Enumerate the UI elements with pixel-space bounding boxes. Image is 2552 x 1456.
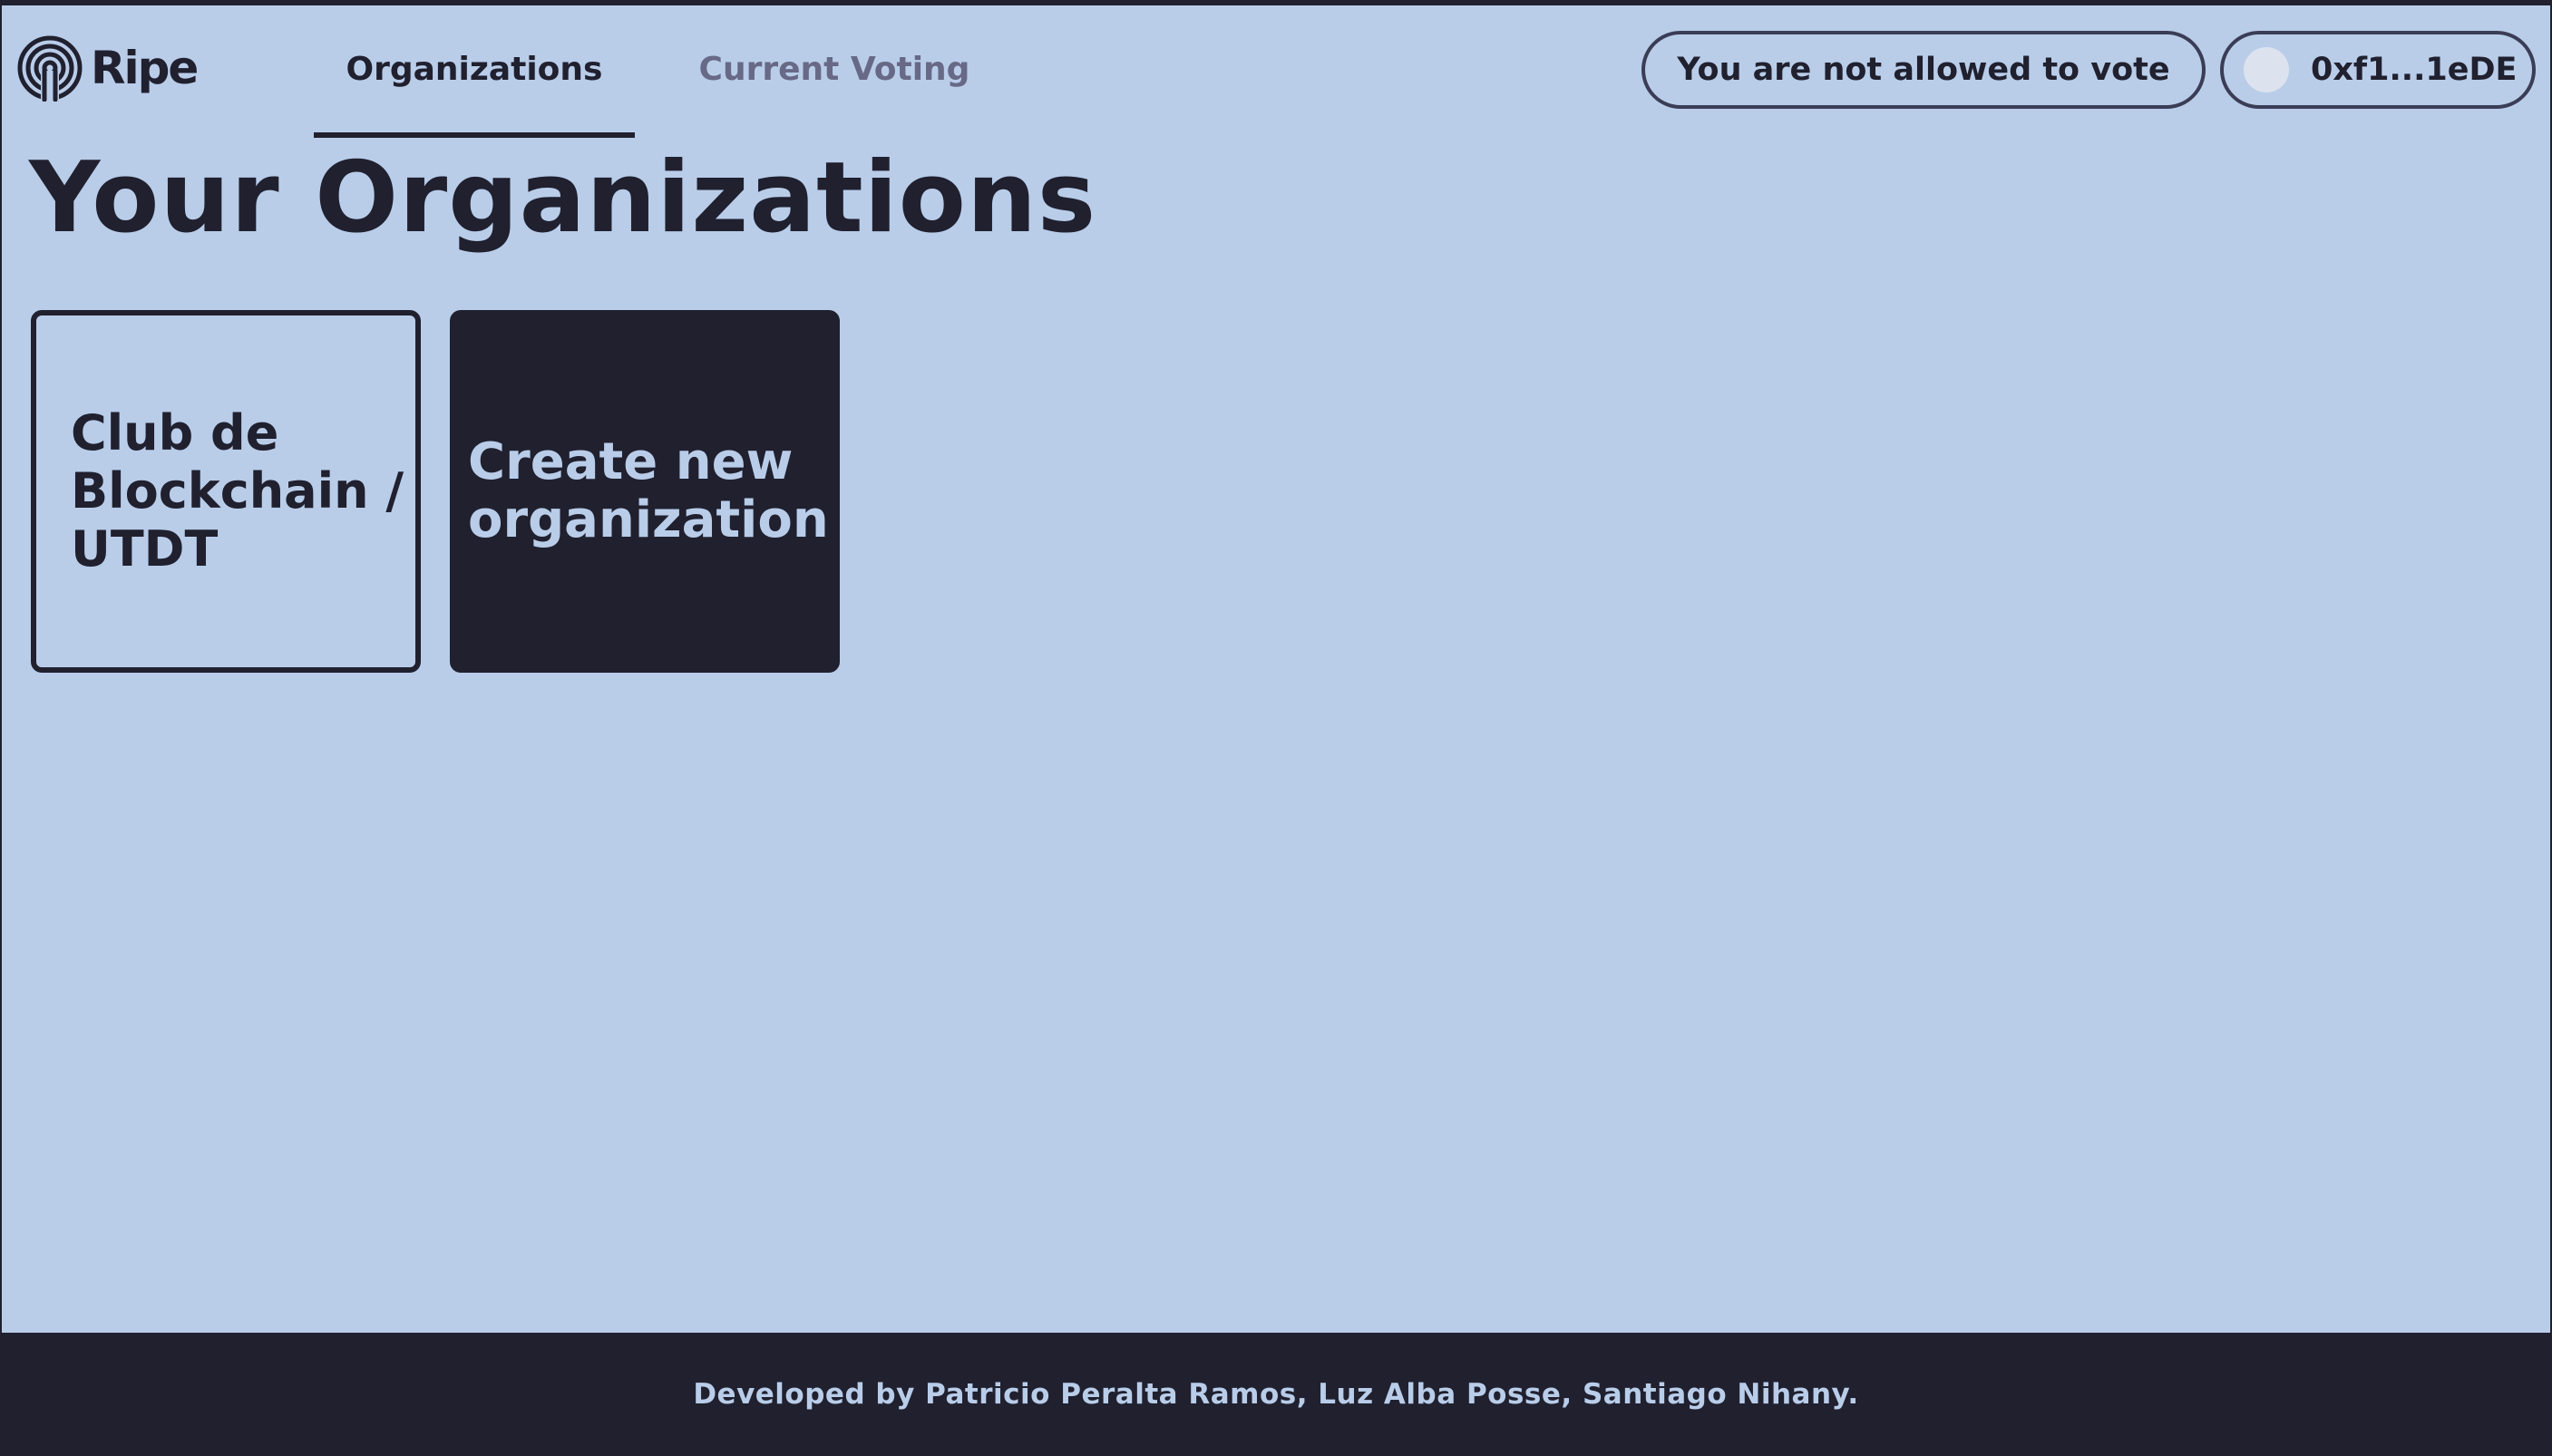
logo[interactable]: Ripe (16, 34, 199, 102)
page-title: Your Organizations (29, 141, 1097, 255)
wallet-button[interactable]: 0xf1...1eDE (2220, 31, 2536, 109)
wallet-address: 0xf1...1eDE (2311, 52, 2518, 88)
tab-organizations[interactable]: Organizations (314, 0, 635, 138)
organization-name: Club de Blockchain / UTDT (71, 404, 404, 578)
footer: Developed by Patricio Peralta Ramos, Luz… (0, 1333, 2552, 1456)
logo-text: Ripe (91, 42, 199, 94)
vote-status-badge[interactable]: You are not allowed to vote (1641, 31, 2206, 109)
footer-credits: Developed by Patricio Peralta Ramos, Luz… (693, 1378, 1859, 1411)
tab-current-voting[interactable]: Current Voting (635, 0, 1034, 138)
window-left-border (0, 0, 2, 1456)
create-organization-button[interactable]: Create new organization (450, 310, 840, 673)
organizations-grid: Club de Blockchain / UTDT Create new org… (31, 310, 840, 673)
create-organization-label: Create new organization (468, 432, 829, 549)
fingerprint-icon (16, 34, 83, 102)
wallet-avatar (2244, 47, 2289, 92)
organization-card[interactable]: Club de Blockchain / UTDT (31, 310, 421, 673)
main-nav: Organizations Current Voting (314, 0, 1034, 138)
header-actions: You are not allowed to vote 0xf1...1eDE (1641, 31, 2536, 109)
